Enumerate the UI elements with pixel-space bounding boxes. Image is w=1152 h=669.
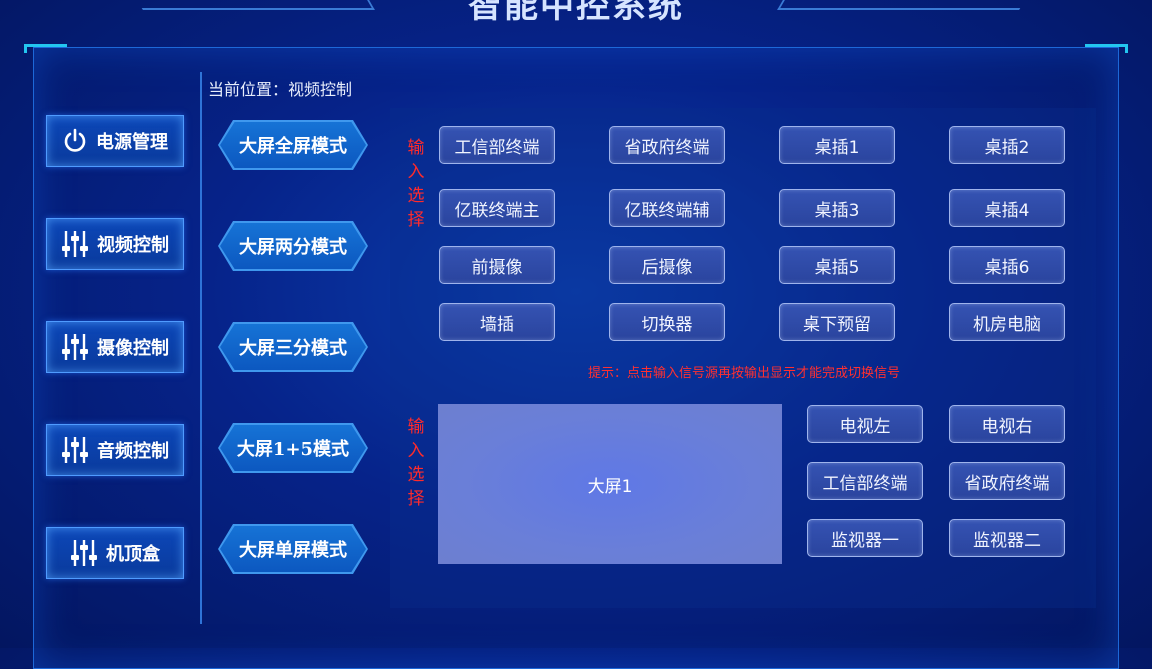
app-title: 智能中控系统 [468,0,684,26]
nav-label: 音频控制 [97,441,169,462]
input-button[interactable]: 前摄像 [439,246,555,284]
output-button[interactable]: 电视右 [949,405,1065,443]
input-button[interactable]: 桌插1 [779,126,895,164]
input-button[interactable]: 机房电脑 [949,303,1065,341]
mode-label: 大屏全屏模式 [239,136,347,157]
nav-audio-control[interactable]: 音频控制 [46,424,184,476]
output-button[interactable]: 监视器一 [807,519,923,557]
sidebar-divider [200,72,202,624]
input-button[interactable]: 桌插6 [949,246,1065,284]
sliders-icon [61,229,89,259]
mode-three-split-button[interactable]: 大屏三分模式 [218,322,368,372]
power-icon [62,128,88,154]
input-button[interactable]: 后摄像 [609,246,725,284]
frame-corner-top-left [24,44,67,53]
input-button[interactable]: 工信部终端 [439,126,555,164]
mode-one-plus-five-button[interactable]: 大屏1+5模式 [218,423,368,473]
output-button[interactable]: 省政府终端 [949,462,1065,500]
mode-label: 大屏1+5模式 [236,439,350,460]
frame-corner-top-right [1085,44,1128,53]
big-screen-output[interactable]: 大屏1 [438,404,782,564]
big-screen-label: 大屏1 [587,476,633,497]
input-button[interactable]: 桌插2 [949,126,1065,164]
input-button[interactable]: 桌插4 [949,189,1065,227]
nav-label: 电源管理 [96,132,168,153]
sliders-icon [70,538,98,568]
mode-fullscreen-button[interactable]: 大屏全屏模式 [218,120,368,170]
nav-power-management[interactable]: 电源管理 [46,115,184,167]
nav-video-control[interactable]: 视频控制 [46,218,184,270]
nav-label: 机顶盒 [106,544,160,565]
mode-label: 大屏两分模式 [239,237,347,258]
input-select-label: 输入选择 [407,138,425,230]
sliders-icon [61,332,89,362]
input-button[interactable]: 亿联终端主 [439,189,555,227]
nav-set-top-box[interactable]: 机顶盒 [46,527,184,579]
title-bar: 智能中控系统 [0,0,1152,30]
mode-label: 大屏三分模式 [239,338,347,359]
input-button[interactable]: 亿联终端辅 [609,189,725,227]
input-button[interactable]: 墙插 [439,303,555,341]
input-button[interactable]: 桌插5 [779,246,895,284]
nav-label: 摄像控制 [97,338,169,359]
mode-single-screen-button[interactable]: 大屏单屏模式 [218,524,368,574]
mode-label: 大屏单屏模式 [239,540,347,561]
output-button[interactable]: 电视左 [807,405,923,443]
input-button[interactable]: 桌插3 [779,189,895,227]
mode-two-split-button[interactable]: 大屏两分模式 [218,221,368,271]
output-button[interactable]: 监视器二 [949,519,1065,557]
output-button[interactable]: 工信部终端 [807,462,923,500]
nav-label: 视频控制 [97,235,169,256]
breadcrumb: 当前位置：视频控制 [208,80,353,99]
output-select-label: 输入选择 [407,417,425,509]
input-button[interactable]: 省政府终端 [609,126,725,164]
input-button[interactable]: 桌下预留 [779,303,895,341]
input-button[interactable]: 切换器 [609,303,725,341]
sliders-icon [61,435,89,465]
nav-camera-control[interactable]: 摄像控制 [46,321,184,373]
hint-text: 提示：点击输入信号源再按输出显示才能完成切换信号 [588,366,901,381]
